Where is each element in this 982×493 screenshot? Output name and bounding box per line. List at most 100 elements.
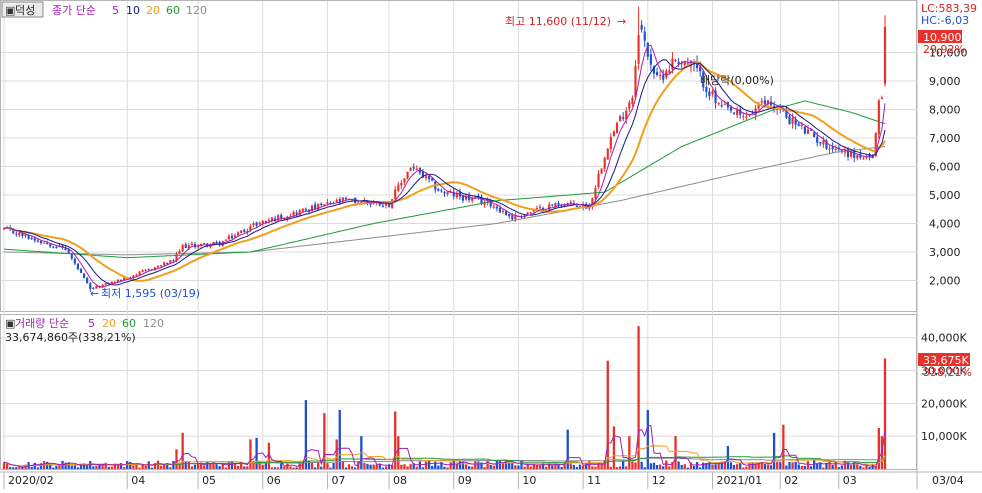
price-ytick-label: 4,000 — [929, 217, 961, 230]
dividend-annotation: 배당락(0,00%) — [700, 74, 774, 87]
volume-bar — [261, 464, 264, 469]
volume-bar — [652, 462, 656, 469]
candle-body — [501, 210, 505, 212]
price-ytick-label: 8,000 — [929, 103, 961, 116]
x-tick-label: 2020/02 — [8, 474, 54, 487]
candle-body — [862, 158, 865, 160]
volume-bar — [292, 467, 295, 469]
volume-bar — [492, 465, 495, 469]
candle-body — [184, 244, 187, 248]
candle-body — [711, 91, 714, 95]
volume-bar — [655, 464, 659, 469]
volume-bar — [714, 464, 717, 469]
candle-body — [440, 190, 443, 192]
candle-body — [708, 91, 711, 97]
volume-bar — [517, 465, 520, 469]
vma20-legend: 20 — [102, 317, 116, 330]
volume-bar — [421, 467, 425, 469]
candle-body — [569, 201, 572, 204]
volume-bar — [834, 461, 837, 469]
candle-body — [190, 243, 193, 246]
volume-bar — [15, 467, 18, 469]
ma60-legend: 60 — [166, 4, 180, 17]
volume-bar — [243, 466, 246, 469]
candle-body — [800, 124, 803, 126]
candle-body — [526, 212, 529, 214]
candle-body — [551, 204, 554, 206]
stock-menu-icon[interactable]: ▣ — [5, 4, 15, 17]
candle-body — [335, 200, 338, 202]
candle-body — [341, 197, 344, 201]
candle-body — [443, 191, 446, 194]
candle-body — [86, 278, 89, 284]
candle-body — [326, 201, 329, 204]
candle-body — [138, 271, 141, 276]
candle-body — [224, 239, 227, 241]
candle-body — [424, 176, 428, 179]
volume-bar — [729, 462, 733, 469]
volume-bar — [332, 462, 335, 469]
candle-body — [394, 189, 397, 200]
candle-body — [147, 269, 150, 271]
price-ytick-label: 7,000 — [929, 132, 961, 145]
volume-bar — [196, 463, 200, 469]
candle-body — [492, 206, 495, 208]
price-ytick-label: 6,000 — [929, 160, 961, 173]
candle-body — [79, 269, 83, 273]
volume-bar — [544, 466, 548, 469]
ma20-legend: 20 — [146, 4, 160, 17]
hc-label: HC:-6,03 — [921, 14, 969, 27]
volume-bar — [397, 436, 400, 469]
volume-bar — [806, 461, 810, 469]
x-tick-label: 08 — [393, 474, 407, 487]
volume-bar — [190, 466, 194, 469]
volume-bar — [643, 467, 646, 469]
candle-body — [529, 212, 532, 214]
volume-pct: 338,21% — [923, 366, 972, 379]
candle-body — [409, 168, 412, 171]
stock-chart-svg: 2,000 3,000 4,000 5,000 6,000 7,000 8,000 9,000… — [0, 0, 982, 489]
volume-bar — [585, 463, 588, 469]
candle-body — [446, 191, 449, 194]
volume-bar — [514, 465, 517, 469]
volume-bar — [2, 462, 6, 469]
volume-bar — [868, 467, 871, 469]
candle-body — [609, 136, 612, 149]
candle-body — [834, 148, 837, 150]
volume-bar — [415, 466, 418, 469]
volume-bar — [221, 464, 224, 469]
candle-body — [505, 211, 508, 215]
volume-bar — [612, 426, 616, 469]
volume-bar — [538, 465, 542, 469]
candle-body — [320, 203, 323, 206]
candle-body — [877, 100, 880, 135]
volume-bar — [856, 464, 859, 469]
volume-menu-icon[interactable]: ▣ — [5, 317, 15, 330]
ma5-legend: 5 — [112, 4, 119, 17]
candle-body — [141, 270, 144, 272]
candle-body — [412, 167, 415, 169]
candle-body — [816, 136, 819, 143]
volume-bar — [30, 466, 33, 469]
candle-body — [508, 213, 511, 217]
candle-body — [511, 215, 514, 220]
volume-bar — [246, 466, 249, 469]
volume-bar — [699, 467, 702, 469]
volume-bar — [449, 462, 452, 469]
candle-body — [640, 24, 643, 30]
x-tick-label: 03/04 — [932, 474, 964, 487]
volume-bar — [126, 461, 129, 469]
volume-bar — [76, 467, 80, 469]
volume-ytick-label: 40,000K — [921, 332, 967, 345]
candle-body — [831, 146, 834, 150]
volume-bar — [717, 463, 720, 469]
candle-body — [163, 262, 166, 266]
volume-bar — [529, 466, 532, 469]
candle-body — [600, 168, 603, 174]
volume-bar — [581, 465, 585, 469]
volume-bar — [95, 465, 98, 469]
candle-body — [729, 106, 733, 111]
candle-body — [42, 242, 46, 244]
x-tick-label: 07 — [331, 474, 345, 487]
x-tick-label: 2021/01 — [716, 474, 762, 487]
